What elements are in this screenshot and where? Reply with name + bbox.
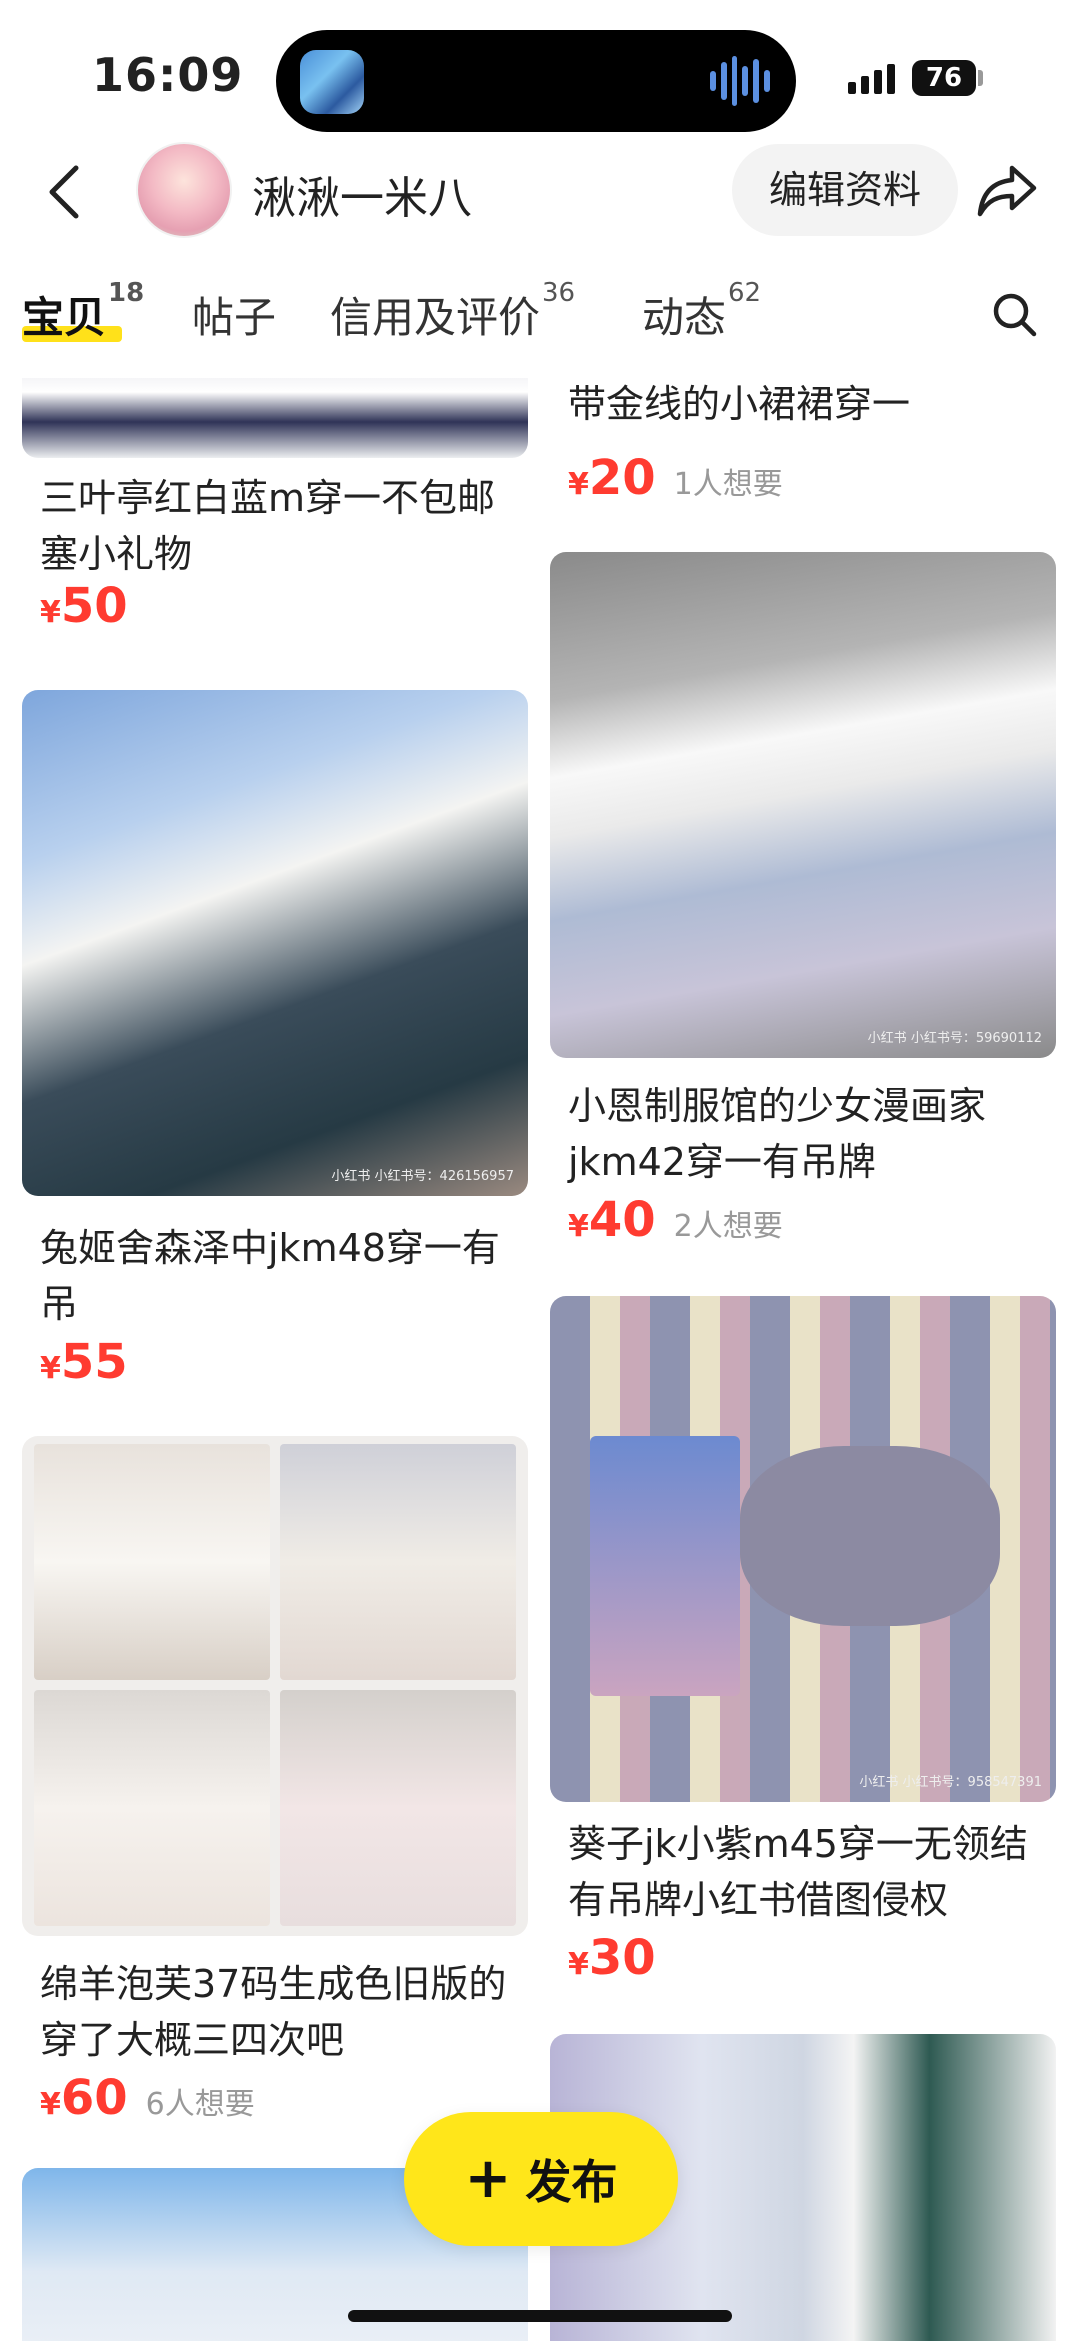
- profile-tabs: 宝贝18 帖子 信用及评价36 动态62: [0, 270, 1080, 360]
- home-indicator[interactable]: [348, 2310, 732, 2322]
- username: 湫湫一米八: [252, 173, 472, 224]
- share-icon[interactable]: [976, 160, 1040, 220]
- battery-cap: [978, 70, 983, 86]
- post-button[interactable]: + 发布: [404, 2112, 678, 2246]
- item-image[interactable]: 小红书 小红书号：59690112: [550, 552, 1056, 1058]
- tab-activity[interactable]: 动态62: [642, 278, 761, 345]
- item-title: 小恩制服馆的少女漫画家jkm42穿一有吊牌: [568, 1084, 987, 1184]
- tab-credit-reviews[interactable]: 信用及评价36: [330, 278, 575, 345]
- edit-profile-button[interactable]: 编辑资料: [732, 144, 958, 236]
- item-price: ¥40 2人想要: [568, 1192, 783, 1248]
- item-price: ¥20 1人想要: [568, 450, 783, 506]
- status-bar: 16:09 76: [0, 0, 1080, 140]
- tab-posts[interactable]: 帖子: [192, 284, 276, 345]
- battery-icon: 76: [912, 60, 976, 96]
- plus-icon: +: [464, 2146, 512, 2211]
- item-title: 绵羊泡芙37码生成色旧版的穿了大概三四次吧: [40, 1962, 507, 2062]
- back-icon[interactable]: [44, 162, 84, 222]
- now-playing-app-icon: [300, 50, 364, 114]
- item-title: 三叶亭红白蓝m穿一不包邮塞小礼物: [40, 476, 496, 576]
- item-image[interactable]: 小红书 小红书号：426156957: [22, 690, 528, 1196]
- item-title: 兔姬舍森泽中jkm48穿一有吊: [40, 1226, 500, 1326]
- item-image[interactable]: [22, 1436, 528, 1936]
- avatar[interactable]: [136, 142, 232, 238]
- item-price: ¥60 6人想要: [40, 2070, 255, 2126]
- item-price: ¥30: [568, 1930, 656, 1986]
- dynamic-island[interactable]: [276, 30, 796, 132]
- tab-items[interactable]: 宝贝18: [22, 278, 144, 345]
- item-title: 带金线的小裙裙穿一: [568, 382, 911, 426]
- signal-icon: [848, 64, 895, 94]
- item-feed[interactable]: 三叶亭红白蓝m穿一不包邮塞小礼物 ¥50 小红书 小红书号：426156957 …: [0, 378, 1080, 2341]
- item-image[interactable]: [22, 378, 528, 458]
- item-title: 葵子jk小紫m45穿一无领结有吊牌小红书借图侵权: [568, 1822, 1028, 1922]
- search-icon[interactable]: [990, 290, 1038, 338]
- item-image[interactable]: 小红书 小红书号：958547391: [550, 1296, 1056, 1802]
- status-time: 16:09: [92, 48, 244, 102]
- item-price: ¥55: [40, 1334, 128, 1390]
- item-price: ¥50: [40, 578, 128, 634]
- audio-waveform-icon: [710, 56, 770, 106]
